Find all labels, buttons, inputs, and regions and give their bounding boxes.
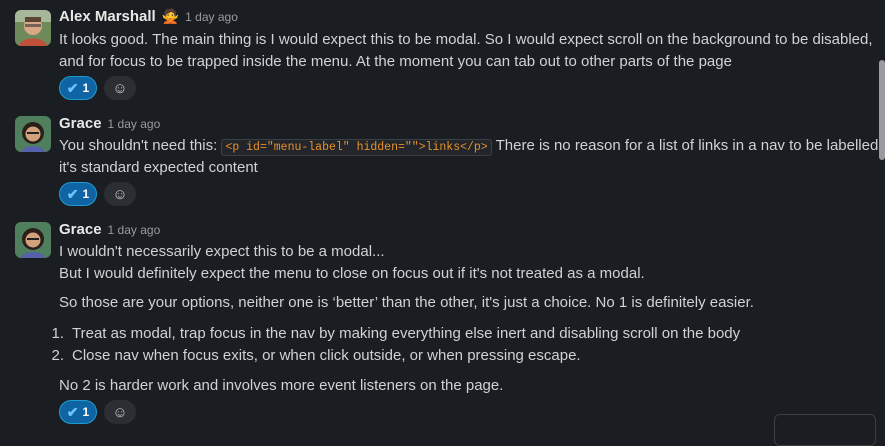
list-item: 2. Close nav when focus exits, or when cl…: [36, 345, 581, 367]
add-emoji-icon: ☺: [112, 79, 128, 97]
message-text: But I would definitely expect the menu t…: [59, 265, 645, 282]
list-item-text: Close nav when focus exits, or when clic…: [72, 347, 581, 364]
author-name[interactable]: Alex Marshall: [59, 8, 156, 25]
author-name[interactable]: Grace: [59, 115, 102, 132]
add-emoji-icon: ☺: [112, 403, 128, 421]
check-icon: ✔: [66, 403, 79, 420]
message-text-part: There is no reason for a list of links i…: [495, 137, 883, 154]
scrollbar[interactable]: [879, 60, 885, 160]
list-item-text: Treat as modal, trap focus in the nav by…: [72, 325, 741, 342]
avatar[interactable]: [15, 10, 51, 46]
reaction-count: 1: [82, 187, 90, 201]
message-text: and for focus to be trapped inside the m…: [59, 53, 732, 70]
reaction-count: 1: [82, 81, 90, 95]
avatar[interactable]: [15, 116, 51, 152]
author-name[interactable]: Grace: [59, 221, 102, 238]
reaction-count: 1: [82, 405, 90, 419]
list-number: 1.: [51, 325, 64, 342]
message-text: It looks good. The main thing is I would…: [59, 31, 873, 48]
reaction-check[interactable]: ✔ 1: [59, 182, 97, 206]
message-text: You shouldn't need this: <p id="menu-lab…: [59, 135, 883, 159]
add-reaction-button[interactable]: ☺: [104, 182, 136, 206]
message-text: it's standard expected content: [59, 159, 258, 176]
add-reaction-button[interactable]: ☺: [104, 400, 136, 424]
message-actions-toolbar[interactable]: [774, 414, 876, 446]
timestamp[interactable]: 1 day ago: [185, 10, 238, 24]
message-text: I wouldn't necessarily expect this to be…: [59, 243, 385, 260]
add-reaction-button[interactable]: ☺: [104, 76, 136, 100]
message-text: So those are your options, neither one i…: [59, 294, 754, 311]
check-icon: ✔: [66, 79, 79, 96]
avatar[interactable]: [15, 222, 51, 258]
timestamp[interactable]: 1 day ago: [108, 223, 161, 237]
message-text: No 2 is harder work and involves more ev…: [59, 377, 504, 394]
check-icon: ✔: [66, 185, 79, 202]
message-text-part: You shouldn't need this:: [59, 137, 218, 154]
add-emoji-icon: ☺: [112, 185, 128, 203]
reaction-check[interactable]: ✔ 1: [59, 76, 97, 100]
status-emoji-icon: 🙅: [161, 8, 180, 24]
timestamp[interactable]: 1 day ago: [108, 117, 161, 131]
reaction-check[interactable]: ✔ 1: [59, 400, 97, 424]
list-number: 2.: [51, 347, 64, 364]
list-item: 1. Treat as modal, trap focus in the nav …: [36, 323, 740, 345]
inline-code: <p id="menu-label" hidden="">links</p>: [221, 139, 492, 156]
